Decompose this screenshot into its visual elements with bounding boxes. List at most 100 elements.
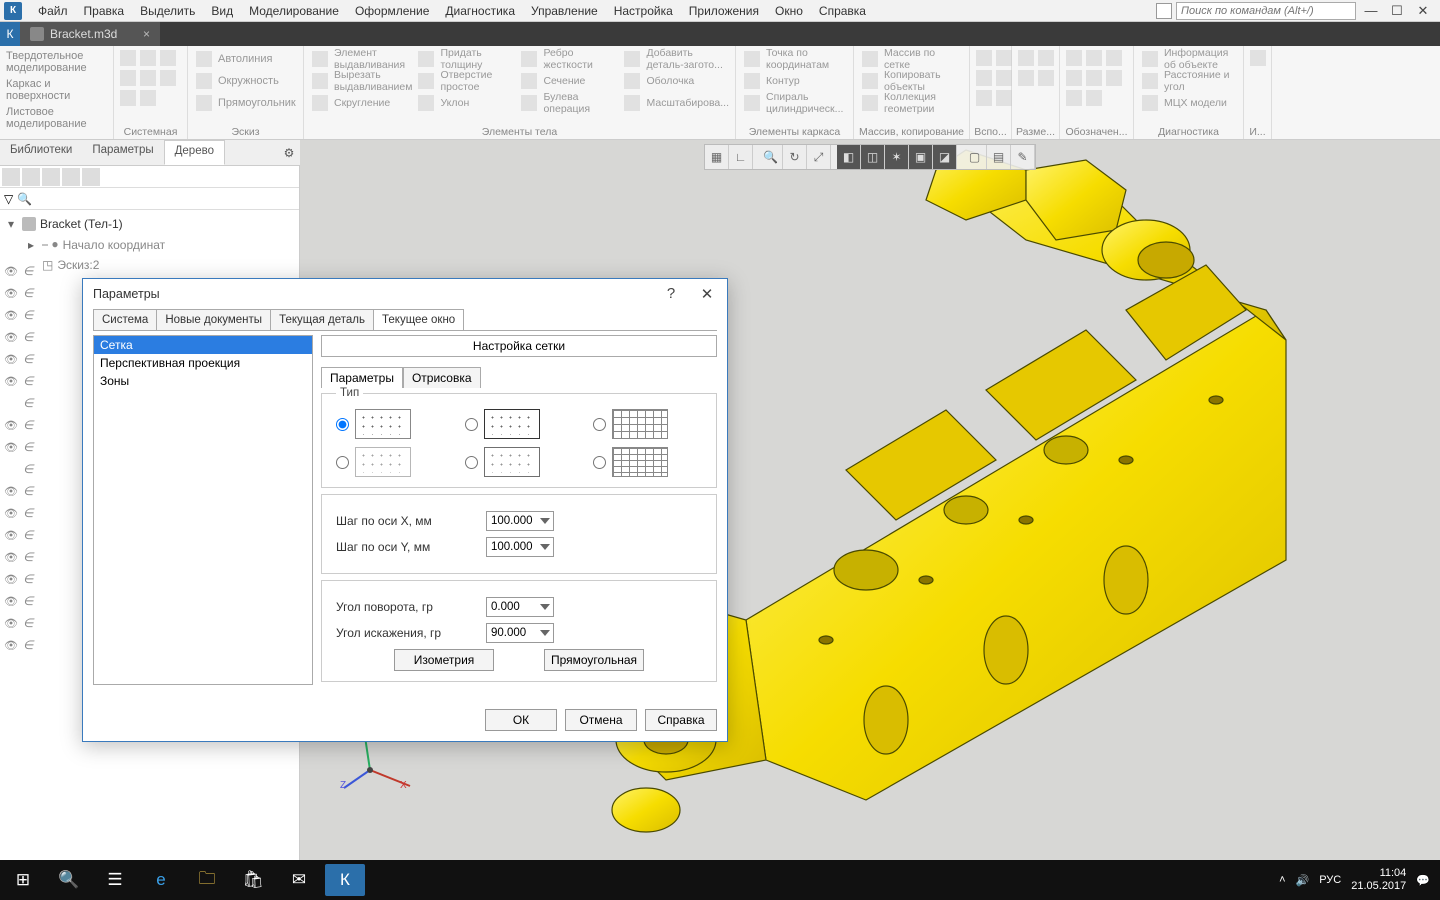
taskbar-explorer-icon[interactable]: 🗀 <box>184 860 230 900</box>
visibility-icon[interactable]: 👁 <box>4 441 20 453</box>
generic-icon[interactable] <box>120 70 136 86</box>
side-tab-libraries[interactable]: Библиотеки <box>0 140 82 165</box>
member-icon[interactable]: ∈ <box>23 286 37 300</box>
dialog-close-icon[interactable]: ✕ <box>697 285 717 303</box>
grid-type-2[interactable] <box>465 409 574 439</box>
menu-window[interactable]: Окно <box>767 2 811 20</box>
visibility-icon[interactable]: 👁 <box>4 639 20 651</box>
menu-formatting[interactable]: Оформление <box>347 2 437 20</box>
generic-icon[interactable] <box>140 50 156 66</box>
grid-type-1[interactable] <box>336 409 445 439</box>
member-icon[interactable]: ∈ <box>23 440 37 454</box>
visibility-icon[interactable]: 👁 <box>4 287 20 299</box>
rotation-input[interactable] <box>486 597 554 617</box>
view-image-icon[interactable]: ▢ <box>963 145 987 169</box>
tree-root[interactable]: ▾Bracket (Тел-1) <box>4 214 295 234</box>
member-icon[interactable]: ∈ <box>23 572 37 586</box>
cmd-point[interactable]: Точка покоординатам <box>740 48 849 70</box>
dialog-help-icon[interactable]: ? <box>661 285 681 303</box>
view-grid-icon[interactable]: ▦ <box>705 145 729 169</box>
document-tab[interactable]: Bracket.m3d × <box>20 22 160 46</box>
cmd-contour[interactable]: Контур <box>740 70 849 92</box>
view-shaded-icon[interactable]: ◧ <box>837 145 861 169</box>
generic-icon[interactable] <box>976 70 992 86</box>
side-tab-params[interactable]: Параметры <box>82 140 163 165</box>
tree-tool-icon[interactable] <box>22 168 40 186</box>
generic-icon[interactable] <box>1038 70 1054 86</box>
generic-icon[interactable] <box>120 90 136 106</box>
view-search-icon[interactable]: 🔍 <box>759 145 783 169</box>
generic-icon[interactable] <box>996 70 1012 86</box>
view-perspective-icon[interactable]: ▣ <box>909 145 933 169</box>
visibility-icon[interactable]: 👁 <box>4 529 20 541</box>
cmd-insertpart[interactable]: Добавитьдеталь-загото... <box>620 48 731 70</box>
visibility-icon[interactable]: 👁 <box>4 309 20 321</box>
view-edges-icon[interactable]: ✶ <box>885 145 909 169</box>
visibility-icon[interactable]: 👁 <box>4 573 20 585</box>
generic-icon[interactable] <box>140 70 156 86</box>
menu-settings[interactable]: Настройка <box>606 2 681 20</box>
generic-icon[interactable] <box>1106 50 1122 66</box>
new-doc-icon[interactable] <box>1156 3 1172 19</box>
search-tree-icon[interactable]: 🔍 <box>17 192 32 206</box>
dialog-ok-button[interactable]: ОК <box>485 709 557 731</box>
generic-icon[interactable] <box>1066 50 1082 66</box>
view-section-icon[interactable]: ◪ <box>933 145 957 169</box>
menu-apps[interactable]: Приложения <box>681 2 767 20</box>
taskbar-store-icon[interactable]: 🛍 <box>230 860 276 900</box>
step-y-input[interactable] <box>486 537 554 557</box>
window-close-icon[interactable]: ✕ <box>1412 3 1434 19</box>
generic-icon[interactable] <box>1038 50 1054 66</box>
visibility-icon[interactable]: 👁 <box>4 375 20 387</box>
start-button[interactable]: ⊞ <box>0 860 46 900</box>
generic-icon[interactable] <box>1018 70 1034 86</box>
preset-isometric-button[interactable]: Изометрия <box>394 649 494 671</box>
taskbar-app-icon[interactable]: К <box>325 864 365 896</box>
grid-radio-6[interactable] <box>593 456 606 469</box>
generic-icon[interactable] <box>1106 70 1122 86</box>
visibility-icon[interactable]: 👁 <box>4 551 20 563</box>
member-icon[interactable]: ∈ <box>23 484 37 498</box>
generic-icon[interactable] <box>1086 90 1102 106</box>
tree-tool-icon[interactable] <box>42 168 60 186</box>
grid-type-6[interactable] <box>593 447 702 477</box>
dialog-cancel-button[interactable]: Отмена <box>565 709 637 731</box>
menu-edit[interactable]: Правка <box>76 2 133 20</box>
visibility-icon[interactable]: 👁 <box>4 617 20 629</box>
tree-tool-icon[interactable] <box>62 168 80 186</box>
generic-icon[interactable] <box>976 90 992 106</box>
menu-view[interactable]: Вид <box>203 2 241 20</box>
generic-icon[interactable] <box>1066 70 1082 86</box>
cmd-autoline[interactable]: Автолиния <box>192 48 299 70</box>
tree-tool-icon[interactable] <box>2 168 20 186</box>
cmd-boolean[interactable]: Булеваоперация <box>517 92 620 114</box>
cmd-hole[interactable]: Отверстиепростое <box>414 70 517 92</box>
cmd-copy[interactable]: Копироватьобъекты <box>858 70 965 92</box>
visibility-icon[interactable]: 👁 <box>4 265 20 277</box>
generic-icon[interactable] <box>120 50 136 66</box>
menu-modeling[interactable]: Моделирование <box>241 2 347 20</box>
member-icon[interactable]: ∈ <box>23 374 37 388</box>
visibility-icon[interactable]: 👁 <box>4 331 20 343</box>
generic-icon[interactable] <box>1250 50 1266 66</box>
visibility-icon[interactable]: 👁 <box>4 485 20 497</box>
tray-language[interactable]: РУС <box>1319 874 1341 886</box>
cmd-rect[interactable]: Прямоугольник <box>192 92 299 114</box>
view-orient-icon[interactable]: ⤢ <box>807 145 831 169</box>
mode-surface[interactable]: Каркас иповерхности <box>4 76 104 104</box>
view-brush-icon[interactable]: ✎ <box>1011 145 1035 169</box>
member-icon[interactable]: ∈ <box>23 616 37 630</box>
menu-diagnostics[interactable]: Диагностика <box>437 2 523 20</box>
filter-icon[interactable]: ▽ <box>4 192 13 206</box>
tree-origin[interactable]: ▸⎯ ●Начало координат <box>4 234 295 255</box>
view-wireframe-icon[interactable]: ◫ <box>861 145 885 169</box>
member-icon[interactable]: ∈ <box>23 506 37 520</box>
subtab-rendering[interactable]: Отрисовка <box>403 367 481 388</box>
member-icon[interactable]: ∈ <box>23 308 37 322</box>
cmd-spiral[interactable]: Спиральцилиндрическ... <box>740 92 849 114</box>
skew-input[interactable] <box>486 623 554 643</box>
grid-radio-1[interactable] <box>336 418 349 431</box>
tray-clock[interactable]: 11:0421.05.2017 <box>1351 867 1406 893</box>
visibility-icon[interactable]: 👁 <box>4 419 20 431</box>
dialog-help-button[interactable]: Справка <box>645 709 717 731</box>
